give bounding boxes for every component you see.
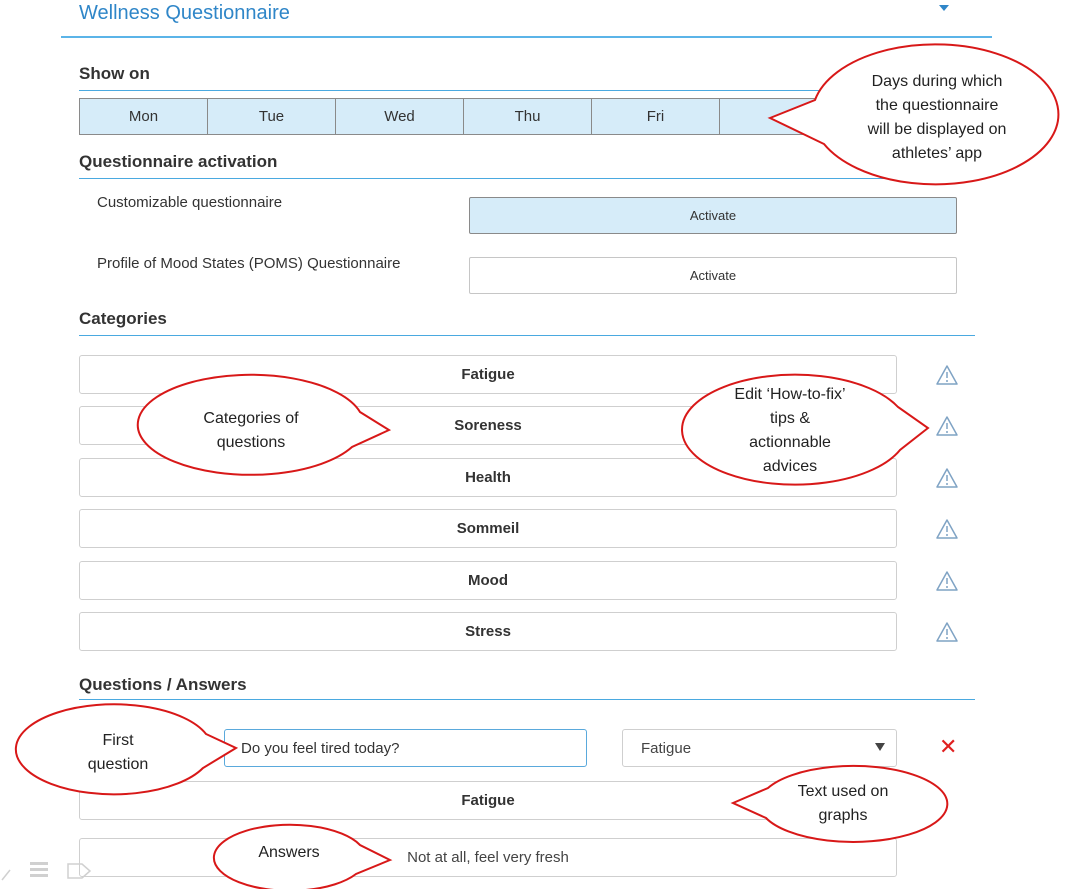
day-thu-button[interactable]: Thu xyxy=(464,99,592,134)
categories-label: Categories xyxy=(79,309,167,328)
day-mon-button[interactable]: Mon xyxy=(80,99,208,134)
question-text-input[interactable]: Do you feel tired today? xyxy=(224,729,587,767)
questions-answers-divider xyxy=(79,699,975,700)
question-category-select[interactable]: Fatigue xyxy=(622,729,897,767)
slide-toolbar-icons xyxy=(1,862,92,881)
warning-triangle-icon[interactable] xyxy=(935,621,959,643)
activation-label: Questionnaire activation xyxy=(79,152,278,171)
callout-howtofix-text: Edit ‘How-to-fix’ tips & actionnable adv… xyxy=(734,386,846,475)
show-on-label: Show on xyxy=(79,64,150,83)
day-wed-button[interactable]: Wed xyxy=(336,99,464,134)
customizable-questionnaire-label: Customizable questionnaire xyxy=(97,194,283,211)
activate-customizable-button[interactable]: Activate xyxy=(469,197,957,234)
warning-triangle-icon[interactable] xyxy=(935,415,959,437)
category-mood[interactable]: Mood xyxy=(79,561,897,600)
category-stress[interactable]: Stress xyxy=(79,612,897,651)
callout-first-question-text: First question xyxy=(87,732,149,773)
day-fri-button[interactable]: Fri xyxy=(592,99,720,134)
callout-graphs-text: Text used on graphs xyxy=(797,783,889,824)
collapse-caret-icon[interactable] xyxy=(939,5,949,11)
activation-divider xyxy=(79,178,975,179)
warning-triangle-icon[interactable] xyxy=(935,570,959,592)
question-category-value: Fatigue xyxy=(641,739,692,757)
close-icon[interactable]: ✕ xyxy=(939,736,957,758)
activate-poms-button[interactable]: Activate xyxy=(469,257,957,294)
warning-triangle-icon[interactable] xyxy=(935,518,959,540)
warning-triangle-icon[interactable] xyxy=(935,364,959,386)
categories-divider xyxy=(79,335,975,336)
dropdown-caret-icon xyxy=(875,743,885,751)
callout-days-text: Days during which the questionnaire will… xyxy=(867,73,1007,162)
callout-categories-text: Categories of questions xyxy=(203,410,299,451)
warning-triangle-icon[interactable] xyxy=(935,467,959,489)
category-sommeil[interactable]: Sommeil xyxy=(79,509,897,548)
page-title[interactable]: Wellness Questionnaire xyxy=(79,2,290,25)
poms-questionnaire-label: Profile of Mood States (POMS) Questionna… xyxy=(97,255,401,272)
day-tue-button[interactable]: Tue xyxy=(208,99,336,134)
header-divider xyxy=(61,36,992,38)
callout-answers-text: Answers xyxy=(258,844,320,861)
questions-answers-label: Questions / Answers xyxy=(79,675,247,694)
answer-field[interactable]: Not at all, feel very fresh xyxy=(79,838,897,877)
